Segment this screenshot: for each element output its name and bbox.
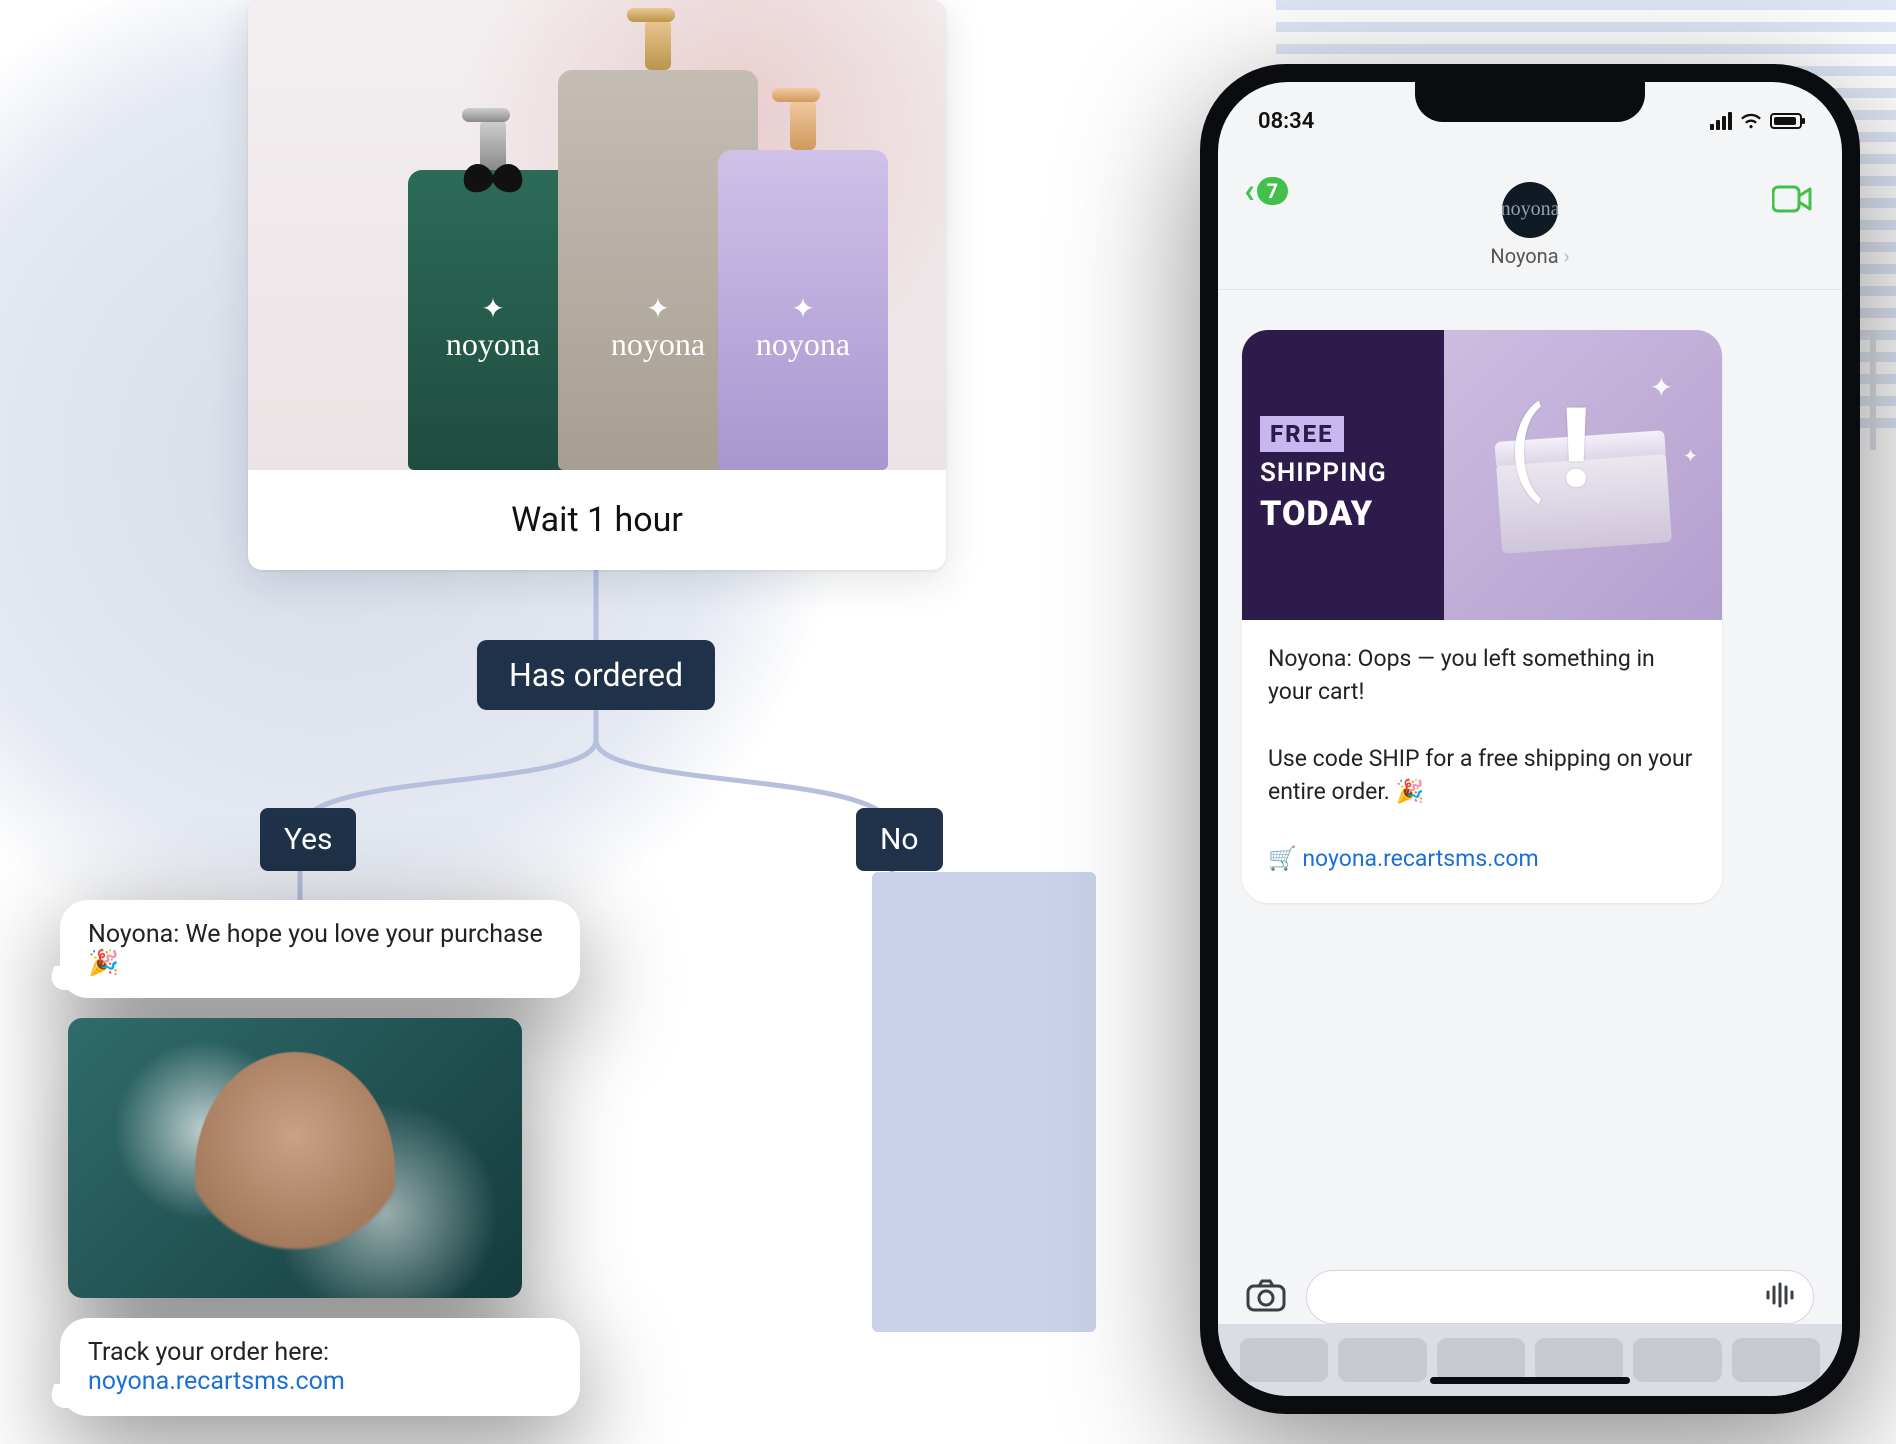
- sparkle-icon: ✦: [1683, 446, 1698, 467]
- promo-word-free: FREE: [1260, 416, 1344, 452]
- conversation-pane: FREE SHIPPING TODAY (! ✦ ✦ Noyona: Oops …: [1218, 312, 1842, 1256]
- contact-name[interactable]: Noyona: [1490, 244, 1569, 268]
- branch-no-chip[interactable]: No: [856, 808, 943, 871]
- wait-step-card[interactable]: noyona noyona noyona Wait 1 hour: [248, 0, 946, 570]
- cart-emoji: 🛒: [1268, 845, 1302, 872]
- promo-word-today: TODAY: [1260, 494, 1426, 534]
- video-call-icon[interactable]: [1772, 184, 1812, 218]
- sparkle-icon: ✦: [1650, 371, 1673, 404]
- wait-step-label: Wait 1 hour: [248, 470, 946, 570]
- branch-no-placeholder: [872, 872, 1096, 1332]
- chevron-left-icon: ‹: [1244, 174, 1255, 208]
- product-image: noyona noyona noyona: [248, 0, 946, 470]
- wifi-icon: [1740, 110, 1762, 132]
- sms-link[interactable]: noyona.recartsms.com: [88, 1367, 345, 1396]
- mms-line: Noyona: Oops — you left something in you…: [1268, 642, 1696, 709]
- mms-link[interactable]: noyona.recartsms.com: [1302, 845, 1538, 872]
- branch-yes-preview: Noyona: We hope you love your purchase 🎉…: [60, 900, 610, 1436]
- contact-avatar[interactable]: noyona: [1502, 182, 1558, 238]
- message-input[interactable]: [1306, 1270, 1814, 1324]
- back-button[interactable]: ‹ 7: [1244, 174, 1288, 208]
- sms-bubble: Track your order here: noyona.recartsms.…: [60, 1318, 580, 1416]
- automation-flow-diagram: noyona noyona noyona Wait 1 hour Has ord…: [0, 0, 1100, 1444]
- keyboard-placeholder: [1218, 1324, 1842, 1396]
- branch-yes-chip[interactable]: Yes: [260, 808, 356, 871]
- brand-logo: noyona: [718, 296, 888, 360]
- mms-link-line: 🛒 noyona.recartsms.com: [1268, 842, 1696, 875]
- camera-icon[interactable]: [1246, 1278, 1286, 1316]
- mms-image: FREE SHIPPING TODAY (! ✦ ✦: [1242, 330, 1722, 620]
- mms-line: Use code SHIP for a free shipping on you…: [1268, 742, 1696, 809]
- phone-mockup: 08:34 ‹ 7 noyona Noyona: [1200, 64, 1860, 1414]
- sms-text: Noyona: We hope you love your purchase: [88, 920, 543, 949]
- party-emoji: 🎉: [1396, 778, 1425, 805]
- messages-header: ‹ 7 noyona Noyona: [1218, 160, 1842, 290]
- voice-message-icon[interactable]: [1765, 1282, 1795, 1312]
- mms-media: [68, 1018, 522, 1298]
- incoming-mms[interactable]: FREE SHIPPING TODAY (! ✦ ✦ Noyona: Oops …: [1242, 330, 1722, 903]
- exclamation-graphic: (!: [1561, 394, 1591, 504]
- party-emoji: 🎉: [88, 949, 119, 978]
- brand-logo: noyona: [408, 296, 578, 360]
- signal-icon: [1710, 112, 1732, 130]
- sms-bubble: Noyona: We hope you love your purchase 🎉: [60, 900, 580, 998]
- product-bottle-green: noyona: [408, 170, 578, 470]
- unread-badge: 7: [1257, 177, 1288, 205]
- home-indicator[interactable]: [1430, 1377, 1630, 1384]
- status-time: 08:34: [1258, 109, 1314, 134]
- battery-icon: [1770, 113, 1802, 129]
- product-bottle-purple: noyona: [718, 150, 888, 470]
- phone-notch: [1415, 82, 1645, 122]
- condition-node[interactable]: Has ordered: [477, 640, 715, 710]
- promo-word-shipping: SHIPPING: [1260, 458, 1426, 488]
- sms-text: Track your order here:: [88, 1338, 329, 1367]
